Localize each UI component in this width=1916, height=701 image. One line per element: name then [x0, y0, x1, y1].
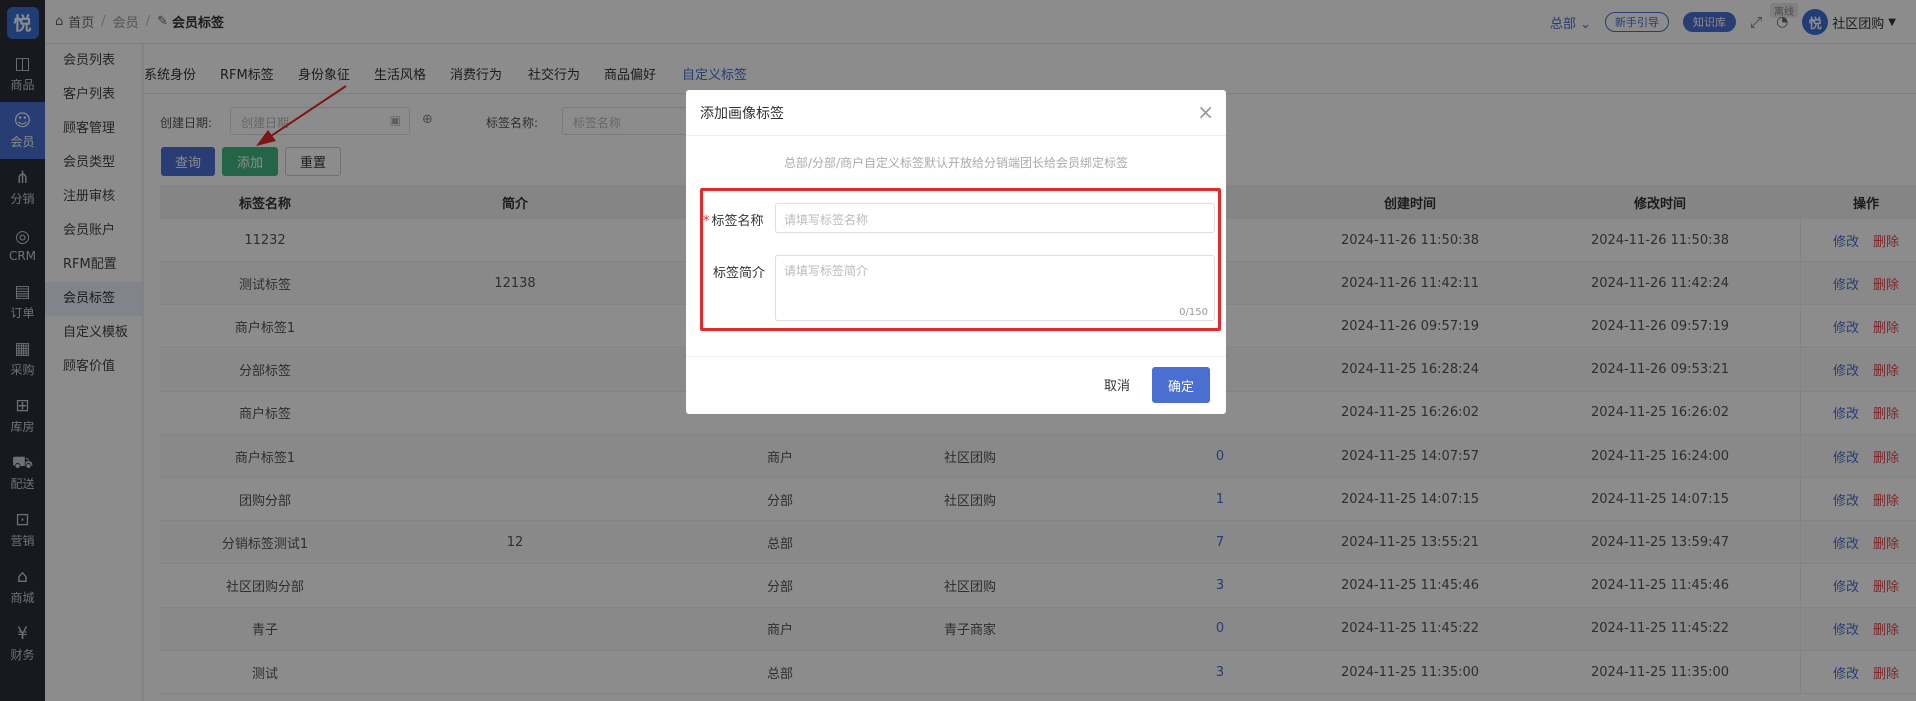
tag-name-input[interactable]: 请填写标签名称	[775, 203, 1215, 233]
dialog-hint: 总部/分部/商户自定义标签默认开放给分销端团长给会员绑定标签	[783, 156, 1129, 170]
confirm-button[interactable]: 确定	[1152, 367, 1210, 403]
close-icon[interactable]: ×	[1197, 100, 1214, 124]
char-counter: 0/150	[1179, 307, 1208, 318]
dialog-title: 添加画像标签	[700, 105, 784, 122]
tag-intro-textarea[interactable]: 请填写标签简介 0/150	[775, 255, 1215, 321]
add-tag-dialog: 添加画像标签 × 总部/分部/商户自定义标签默认开放给分销端团长给会员绑定标签 …	[686, 90, 1226, 414]
intro-field-label: 标签简介	[713, 266, 766, 281]
cancel-button[interactable]: 取消	[1104, 375, 1130, 394]
tag-form: * 标签名称 请填写标签名称 标签简介 请填写标签简介 0/150	[700, 188, 1221, 331]
name-field-label: * 标签名称	[703, 214, 764, 229]
